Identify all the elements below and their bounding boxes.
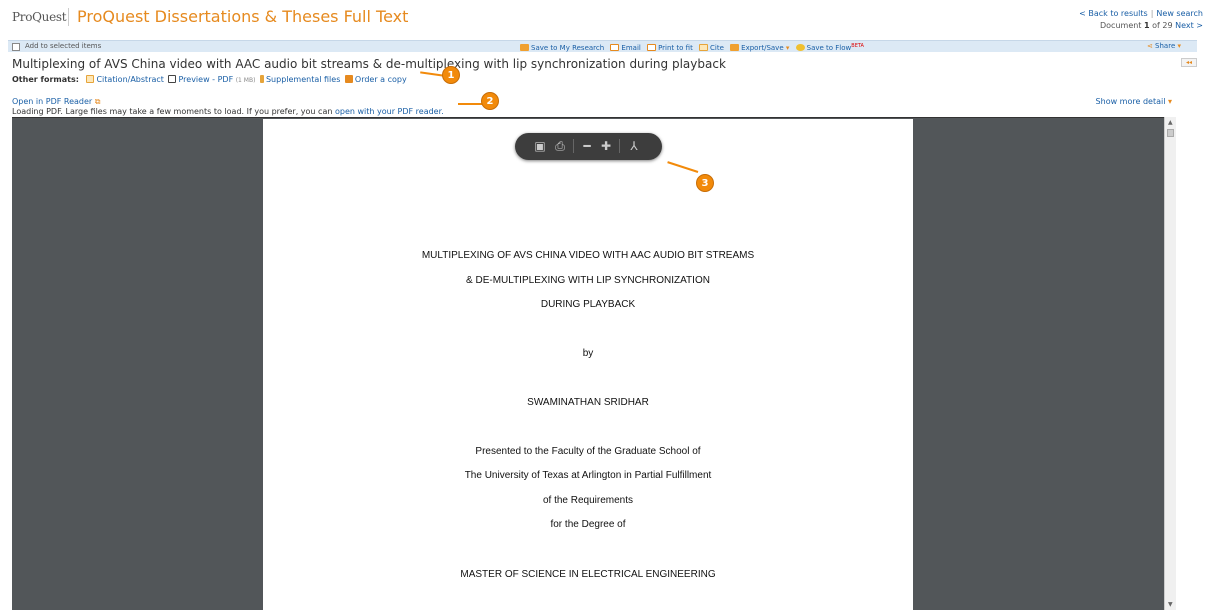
callout-marker: 2 (481, 92, 499, 110)
pdf-text-line: MULTIPLEXING OF AVS CHINA VIDEO WITH AAC… (421, 250, 755, 261)
print-icon[interactable]: ⎙ (553, 139, 567, 153)
zoom-in-icon[interactable]: ✚ (599, 139, 613, 153)
beta-badge: BETA (851, 43, 864, 49)
back-to-results-link[interactable]: < Back to results (1079, 9, 1148, 18)
share-icon: ⋖ (1146, 42, 1156, 50)
document-total: of 29 (1152, 21, 1173, 30)
product-title[interactable]: ProQuest Dissertations & Theses Full Tex… (77, 7, 408, 26)
pdf-text-line: of the Requirements (542, 495, 634, 506)
pdf-size: (1 MB) (235, 77, 256, 84)
pdf-text-line: DURING PLAYBACK (540, 299, 636, 310)
chevron-down-icon: ▾ (1165, 97, 1172, 106)
preview-pdf-link[interactable]: Preview - PDF (178, 75, 233, 84)
share-label[interactable]: Share (1155, 42, 1175, 50)
next-document-link[interactable]: Next > (1175, 21, 1203, 30)
scroll-down-icon[interactable]: ▼ (1168, 601, 1173, 608)
save-icon[interactable]: ▣ (533, 139, 547, 153)
other-formats-label: Other formats: (12, 75, 79, 84)
print-label[interactable]: Print to fit (658, 44, 693, 52)
save-research-label[interactable]: Save to My Research (531, 44, 604, 52)
cite-label[interactable]: Cite (710, 44, 724, 52)
toolbar-divider (619, 139, 620, 153)
pdf-text-line: by (582, 348, 594, 359)
email-button[interactable]: Email (610, 44, 641, 52)
callout-marker: 3 (696, 174, 714, 192)
open-pdf-reader-label[interactable]: Open in PDF Reader (12, 97, 92, 106)
show-more-detail-link[interactable]: Show more detail ▾ (1096, 97, 1172, 106)
order-copy-link[interactable]: Order a copy (355, 75, 407, 84)
cite-button[interactable]: Cite (699, 44, 724, 52)
document-icon (699, 44, 709, 51)
new-search-link[interactable]: New search (1156, 9, 1203, 18)
pdf-page (263, 119, 913, 610)
printer-icon (647, 44, 657, 51)
pdf-text-line: The University of Texas at Arlington in … (464, 470, 712, 481)
pdf-icon (168, 75, 177, 83)
add-to-selected-checkbox[interactable] (12, 43, 20, 51)
envelope-icon (610, 44, 620, 51)
open-pdf-reader-link[interactable]: Open in PDF Reader ⧉ (12, 97, 100, 107)
add-to-selected-label[interactable]: Add to selected items (25, 41, 101, 52)
document-label: Document (1100, 21, 1142, 30)
double-chevron-left-icon: ◂◂ (1185, 59, 1193, 66)
callout-marker: 1 (442, 66, 460, 84)
toolbar-divider (573, 139, 574, 153)
email-label[interactable]: Email (621, 44, 640, 52)
header-nav: < Back to results | New search Document 1 … (1079, 8, 1203, 32)
pdf-toolbar: ▣ ⎙ ━ ✚ ⅄ (515, 133, 662, 160)
action-toolbar: Add to selected items Save to My Researc… (8, 40, 1197, 52)
pdf-text-line: Presented to the Faculty of the Graduate… (475, 446, 701, 457)
collapse-panel-button[interactable]: ◂◂ (1181, 58, 1197, 67)
pdf-text-line: SWAMINATHAN SRIDHAR (527, 397, 649, 408)
acrobat-icon[interactable]: ⅄ (627, 139, 641, 153)
loading-message: Loading PDF. Large files may take a few … (12, 107, 444, 116)
save-to-flow-button[interactable]: Save to FlowBETA (795, 43, 864, 52)
scroll-thumb[interactable] (1167, 129, 1174, 137)
loading-text: Loading PDF. Large files may take a few … (12, 107, 333, 116)
disk-icon (730, 44, 740, 51)
print-button[interactable]: Print to fit (647, 44, 693, 52)
save-to-flow-label[interactable]: Save to Flow (807, 44, 852, 52)
save-research-button[interactable]: Save to My Research (520, 44, 604, 52)
citation-icon (86, 75, 95, 83)
pdf-text-line: MASTER OF SCIENCE IN ELECTRICAL ENGINEER… (460, 569, 716, 580)
document-counter: Document 1 of 29 Next > (1079, 20, 1203, 32)
folder-icon (520, 44, 529, 51)
proquest-logo[interactable]: ProQuest (12, 10, 67, 24)
chevron-down-icon: ▾ (1175, 42, 1181, 50)
external-window-icon: ⧉ (94, 97, 101, 106)
share-button[interactable]: ⋖ Share ▾ (1147, 41, 1181, 52)
chevron-down-icon: ▾ (783, 44, 790, 52)
citation-abstract-link[interactable]: Citation/Abstract (96, 75, 163, 84)
cart-icon (344, 75, 353, 83)
nav-separator: | (1150, 9, 1154, 18)
document-title: Multiplexing of AVS China video with AAC… (12, 57, 726, 71)
pdf-text-line: for the Degree of (550, 519, 626, 530)
export-save-label[interactable]: Export/Save (741, 44, 783, 52)
header: ProQuest ProQuest Dissertations & Theses… (0, 0, 1209, 38)
scroll-up-icon[interactable]: ▲ (1168, 119, 1173, 126)
other-formats: Other formats: Citation/Abstract Preview… (12, 75, 407, 84)
toolbar-actions: Save to My Research Email Print to fit C… (520, 41, 868, 54)
flow-icon (795, 44, 805, 51)
document-current: 1 (1144, 21, 1150, 30)
pdf-text-line: & DE-MULTIPLEXING WITH LIP SYNCHRONIZATI… (466, 275, 710, 286)
open-with-pdf-reader-link[interactable]: open with your PDF reader. (335, 107, 444, 116)
show-more-detail-label[interactable]: Show more detail (1096, 97, 1166, 106)
export-save-button[interactable]: Export/Save ▾ (730, 44, 789, 52)
supplemental-files-link[interactable]: Supplemental files (266, 75, 340, 84)
viewer-scrollbar[interactable]: ▲ ▼ (1164, 117, 1176, 610)
zoom-out-icon[interactable]: ━ (580, 139, 594, 153)
paperclip-icon (259, 75, 264, 83)
callout-pointer (458, 103, 484, 105)
logo-divider (68, 8, 69, 26)
